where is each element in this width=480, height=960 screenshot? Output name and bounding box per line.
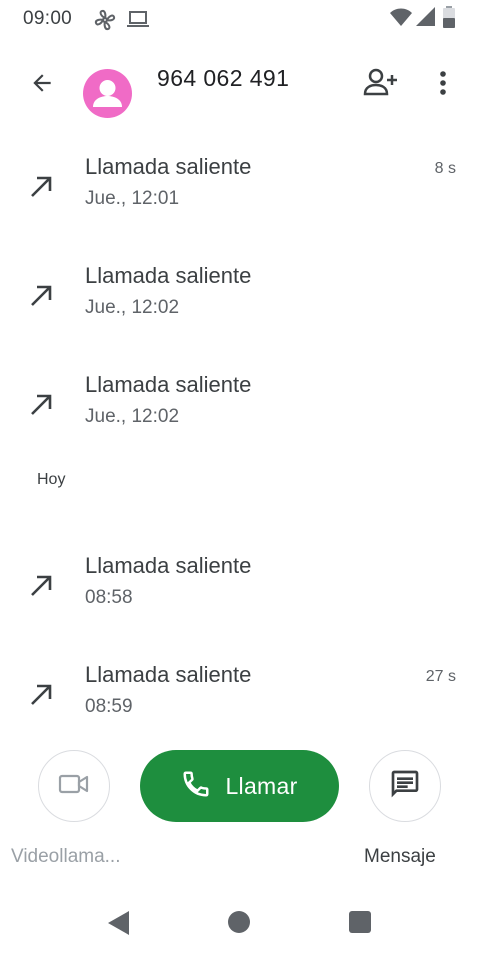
contact-number: 964 062 491	[157, 65, 290, 91]
call-time: Jue., 12:01	[85, 188, 180, 209]
signal-icon	[416, 7, 436, 32]
call-duration: 8 s	[434, 160, 456, 177]
call-type: Llamada saliente	[85, 553, 252, 578]
call-type: Llamada saliente	[85, 154, 252, 179]
call-time: Jue., 12:02	[85, 297, 180, 318]
avatar	[83, 69, 132, 118]
call-time: 08:58	[85, 587, 133, 608]
laptop-icon	[127, 9, 149, 34]
message-icon	[389, 768, 421, 805]
wifi-icon	[390, 7, 412, 32]
app-bar: 964 062 491	[0, 52, 480, 122]
message-label: Mensaje	[364, 846, 436, 867]
videocam-icon	[58, 773, 90, 800]
outgoing-call-icon	[28, 172, 56, 205]
call-button-label: Llamar	[225, 772, 298, 799]
nav-recents-button[interactable]	[349, 911, 371, 933]
outgoing-call-icon	[28, 390, 56, 423]
person-add-icon	[363, 68, 399, 103]
status-bar: 09:00	[0, 0, 480, 38]
outgoing-call-icon	[28, 680, 56, 713]
fan-icon	[93, 8, 117, 37]
battery-icon	[443, 6, 455, 33]
call-type: Llamada saliente	[85, 263, 252, 288]
back-button[interactable]	[22, 67, 62, 103]
add-contact-button[interactable]	[360, 66, 402, 104]
video-call-button[interactable]	[38, 750, 110, 822]
nav-home-button[interactable]	[228, 911, 250, 933]
outgoing-call-icon	[28, 281, 56, 314]
arrow-back-icon	[29, 70, 55, 101]
section-header-today: Hoy	[37, 471, 66, 488]
call-history-item[interactable]: Llamada saliente 08:58	[0, 541, 480, 641]
call-time: Jue., 12:02	[85, 406, 180, 427]
call-history-item[interactable]: Llamada saliente Jue., 12:01 8 s	[0, 142, 480, 242]
nav-back-button[interactable]	[107, 910, 131, 941]
phone-icon	[181, 769, 211, 804]
call-history-item[interactable]: Llamada saliente Jue., 12:02	[0, 251, 480, 351]
outgoing-call-icon	[28, 571, 56, 604]
person-icon	[83, 80, 132, 118]
call-history-item[interactable]: Llamada saliente Jue., 12:02	[0, 360, 480, 460]
call-button[interactable]: Llamar	[140, 750, 339, 822]
message-button[interactable]	[369, 750, 441, 822]
call-type: Llamada saliente	[85, 662, 252, 687]
status-time: 09:00	[23, 8, 73, 29]
more-vert-icon	[439, 70, 447, 101]
call-duration: 27 s	[425, 668, 456, 685]
call-time: 08:59	[85, 696, 133, 717]
more-options-button[interactable]	[428, 66, 458, 104]
video-call-label: Videollama...	[11, 846, 121, 867]
call-type: Llamada saliente	[85, 372, 252, 397]
call-history-item[interactable]: Llamada saliente 08:59 27 s	[0, 650, 480, 750]
